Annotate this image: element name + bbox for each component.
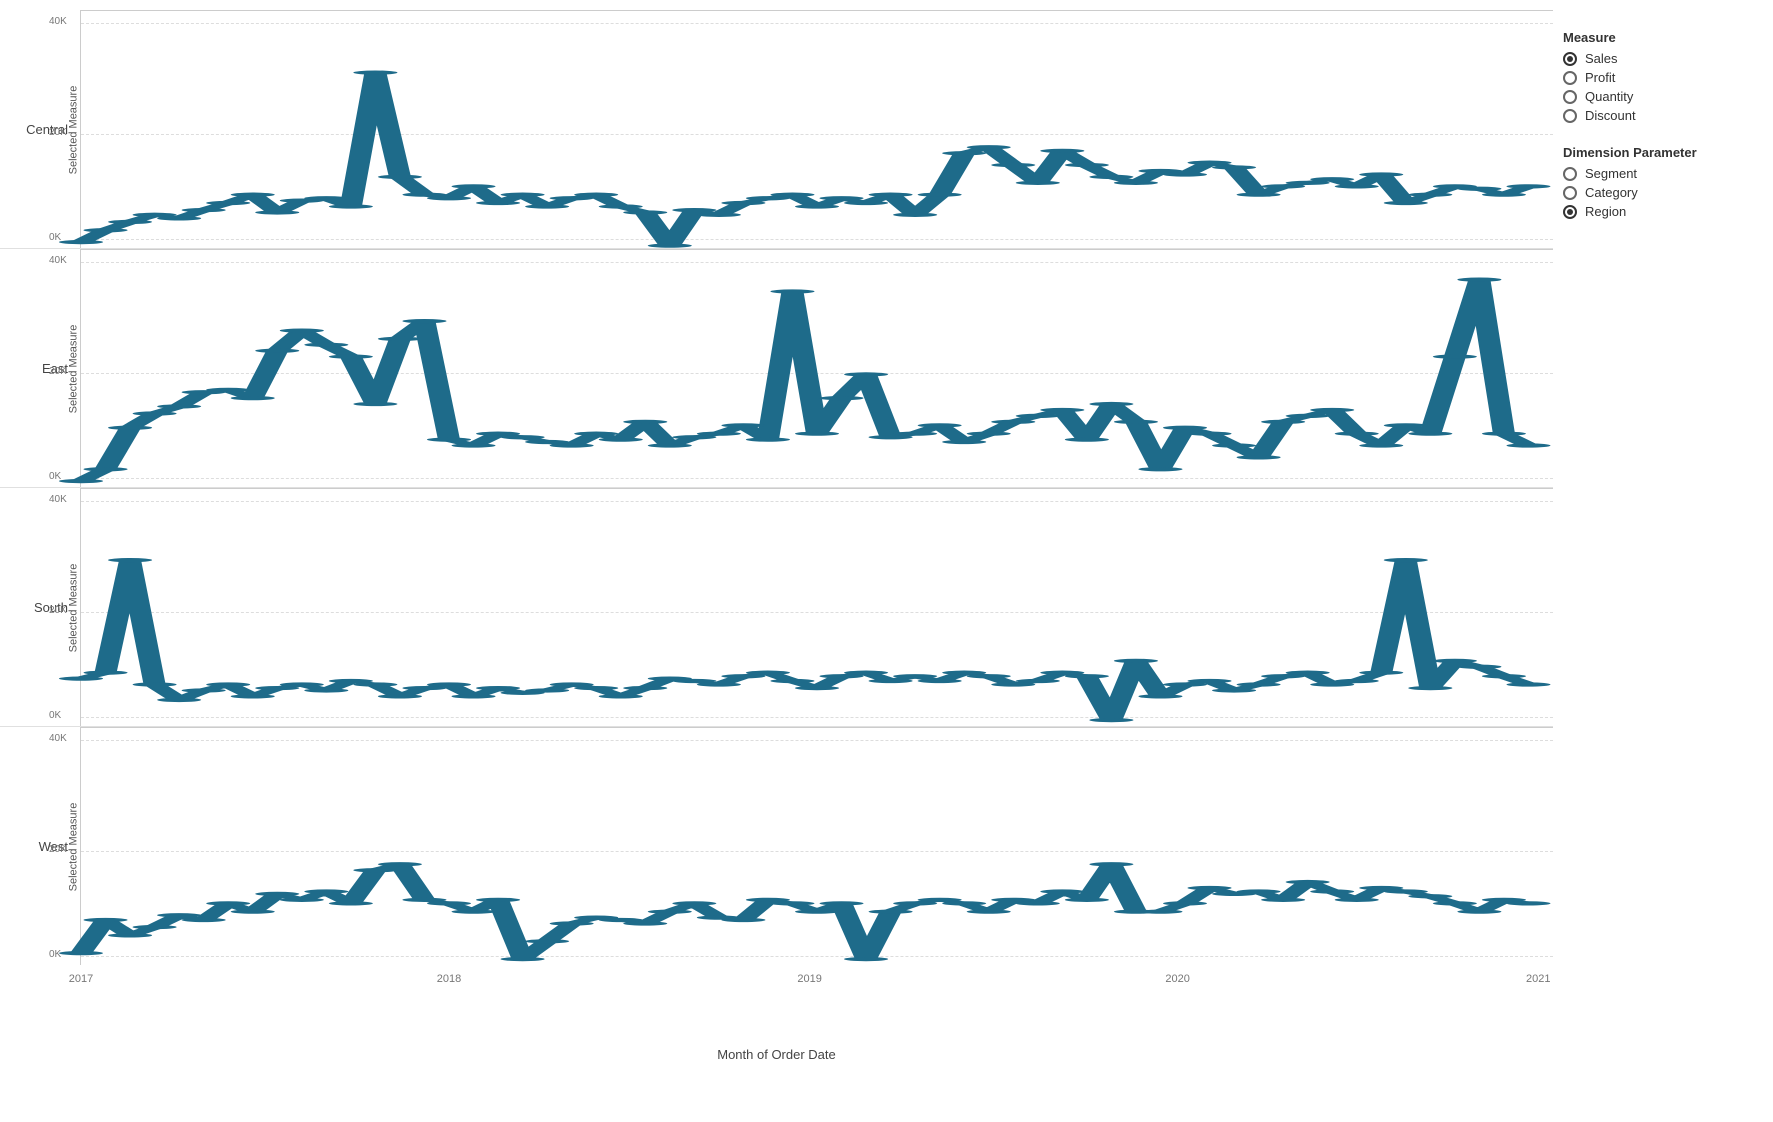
panel-inner-west: Selected Measure40K20K0K: [80, 727, 1553, 965]
measure-item-quantity[interactable]: Quantity: [1563, 89, 1753, 104]
panel-south: SouthSelected Measure40K20K0K: [0, 488, 1553, 727]
measure-radio-profit[interactable]: [1563, 71, 1577, 85]
panel-central: CentralSelected Measure40K20K0K: [0, 10, 1553, 249]
x-axis-area: 2017 2018 2019 2020 2021: [0, 965, 1553, 1025]
dimension-item-category[interactable]: Category: [1563, 185, 1753, 200]
x-tick-label: 2018: [437, 973, 461, 985]
panel-label-south: South: [0, 488, 80, 726]
dimension-label-segment: Segment: [1585, 166, 1637, 181]
dimension-item-region[interactable]: Region: [1563, 204, 1753, 219]
dimension-radio-segment[interactable]: [1563, 167, 1577, 181]
panel-label-east: East: [0, 249, 80, 487]
measure-item-profit[interactable]: Profit: [1563, 70, 1753, 85]
measure-radio-discount[interactable]: [1563, 109, 1577, 123]
x-tick-label: 2020: [1165, 973, 1189, 985]
measure-item-sales[interactable]: Sales: [1563, 51, 1753, 66]
x-tick-label: 2017: [69, 973, 93, 985]
y-tick-label: 40K: [49, 16, 67, 27]
x-tick-label: 2019: [797, 973, 821, 985]
line-chart-east: [81, 250, 1553, 487]
y-tick-label: 40K: [49, 494, 67, 505]
line-chart-south: [81, 489, 1553, 726]
measure-item-discount[interactable]: Discount: [1563, 108, 1753, 123]
y-tick-label: 20K: [49, 366, 67, 377]
measure-radio-sales[interactable]: [1563, 52, 1577, 66]
panel-inner-south: Selected Measure40K20K0K: [80, 488, 1553, 726]
y-tick-label: 0K: [49, 949, 61, 960]
dimension-legend-section: Dimension Parameter Segment Category Regio…: [1563, 145, 1753, 223]
measure-legend-section: Measure Sales Profit Quantity Discount: [1563, 30, 1753, 127]
measure-label-discount: Discount: [1585, 108, 1636, 123]
y-tick-label: 0K: [49, 471, 61, 482]
y-tick-label: 40K: [49, 733, 67, 744]
panel-label-central: Central: [0, 10, 80, 248]
dimension-legend-title: Dimension Parameter: [1563, 145, 1753, 160]
measure-label-sales: Sales: [1585, 51, 1618, 66]
measure-radio-quantity[interactable]: [1563, 90, 1577, 104]
dimension-radio-region[interactable]: [1563, 205, 1577, 219]
dimension-label-region: Region: [1585, 204, 1626, 219]
panel-inner-east: Selected Measure40K20K0K: [80, 249, 1553, 487]
x-tick-label: 2021: [1526, 973, 1550, 985]
measure-label-quantity: Quantity: [1585, 89, 1633, 104]
panel-inner-central: Selected Measure40K20K0K: [80, 10, 1553, 248]
dimension-item-segment[interactable]: Segment: [1563, 166, 1753, 181]
sidebar: Measure Sales Profit Quantity Discount Dime…: [1553, 0, 1773, 1122]
x-axis-title: Month of Order Date: [0, 1025, 1553, 1062]
panel-label-west: West: [0, 727, 80, 965]
y-tick-label: 20K: [49, 605, 67, 616]
y-tick-label: 20K: [49, 844, 67, 855]
y-tick-label: 0K: [49, 232, 61, 243]
chart-area: CentralSelected Measure40K20K0KEastSelec…: [0, 0, 1553, 1122]
y-tick-label: 40K: [49, 255, 67, 266]
line-chart-central: [81, 11, 1553, 248]
panel-west: WestSelected Measure40K20K0K: [0, 727, 1553, 965]
measure-legend-title: Measure: [1563, 30, 1753, 45]
line-chart-west: [81, 728, 1553, 965]
measure-label-profit: Profit: [1585, 70, 1615, 85]
panel-east: EastSelected Measure40K20K0K: [0, 249, 1553, 488]
dimension-label-category: Category: [1585, 185, 1638, 200]
y-tick-label: 0K: [49, 710, 61, 721]
y-tick-label: 20K: [49, 127, 67, 138]
dimension-radio-category[interactable]: [1563, 186, 1577, 200]
